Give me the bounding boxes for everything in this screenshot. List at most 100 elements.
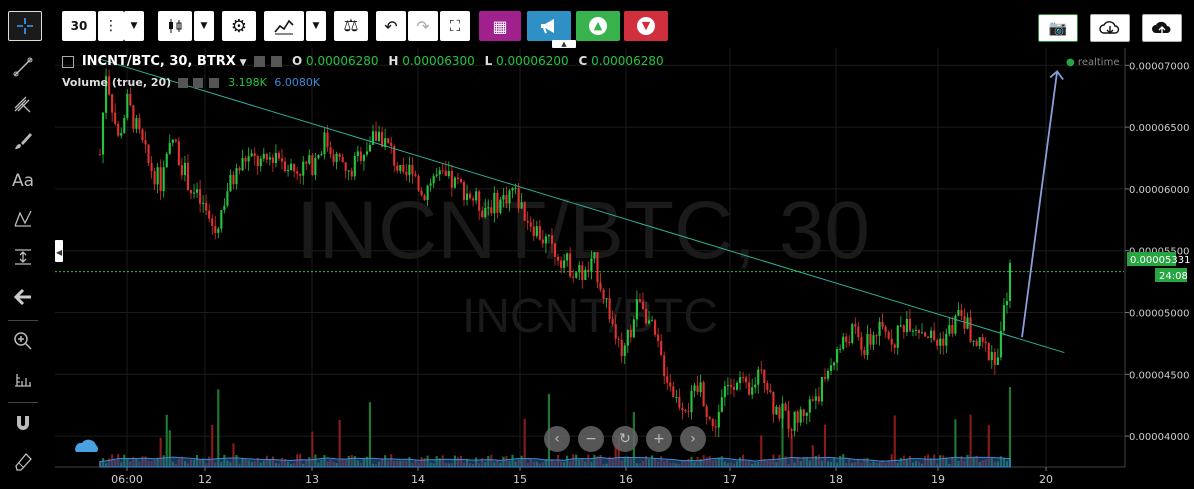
candle-body bbox=[760, 369, 763, 371]
candle-body bbox=[253, 153, 256, 157]
candle-body bbox=[544, 236, 547, 244]
watermark-main: INCNT/BTC, 30 bbox=[296, 185, 870, 276]
candle-body bbox=[896, 325, 899, 348]
chevron-down-icon[interactable]: ▼ bbox=[240, 58, 247, 68]
close-value: 0.00006280 bbox=[591, 54, 664, 68]
candle-body bbox=[426, 185, 429, 201]
candle-body bbox=[335, 153, 338, 163]
candle-body bbox=[602, 289, 605, 299]
candle-body bbox=[353, 156, 356, 177]
candle-body bbox=[514, 187, 517, 189]
candle-body bbox=[705, 406, 708, 417]
time-axis[interactable]: 06:00 12 13 14 15 16 17 18 19 20 bbox=[111, 467, 1053, 486]
scroll-right-button[interactable]: › bbox=[680, 426, 706, 452]
candle-body bbox=[726, 385, 729, 387]
collapse-legend-icon[interactable] bbox=[62, 55, 74, 68]
candle-body bbox=[723, 386, 726, 398]
candle-body bbox=[566, 253, 569, 261]
candle-body bbox=[153, 171, 156, 185]
candle-body bbox=[696, 385, 699, 393]
candle-body bbox=[265, 153, 268, 160]
candle-body bbox=[987, 343, 990, 361]
candle-body bbox=[402, 164, 405, 172]
candle-body bbox=[199, 189, 202, 204]
candle-body bbox=[135, 118, 138, 129]
candle-body bbox=[538, 226, 541, 240]
candle-body bbox=[183, 162, 186, 176]
candle-body bbox=[293, 163, 296, 172]
candle-body bbox=[362, 154, 365, 161]
volume-bar bbox=[368, 402, 372, 467]
candle-body bbox=[993, 352, 996, 365]
close-icon[interactable] bbox=[208, 78, 219, 88]
candle-body bbox=[823, 377, 827, 379]
candle-body bbox=[902, 325, 905, 333]
candle-body bbox=[663, 355, 666, 377]
candle-body bbox=[535, 226, 538, 237]
status-dot-icon: ● bbox=[1066, 57, 1075, 68]
candle-body bbox=[311, 155, 314, 176]
cloud-icon bbox=[75, 439, 98, 452]
settings-icon[interactable] bbox=[193, 78, 204, 88]
price-scale-handle[interactable]: ◀ bbox=[55, 240, 63, 262]
candle-body bbox=[217, 228, 220, 233]
candle-body bbox=[845, 336, 848, 342]
candle-body bbox=[629, 330, 632, 338]
volume-bar bbox=[217, 389, 220, 467]
candle-body bbox=[487, 207, 490, 209]
candle-body bbox=[162, 167, 165, 192]
candle-body bbox=[368, 144, 372, 152]
zoom-in-button[interactable]: + bbox=[646, 426, 672, 452]
candle-body bbox=[550, 235, 554, 244]
eye-icon[interactable] bbox=[254, 56, 266, 67]
eye-icon[interactable] bbox=[177, 78, 188, 88]
time-tick-label: 16 bbox=[619, 473, 633, 486]
candle-body bbox=[429, 183, 432, 186]
symbol-title[interactable]: INCNT/BTC, 30, BTRX bbox=[82, 54, 236, 69]
candle-body bbox=[581, 265, 584, 280]
settings-icon[interactable] bbox=[271, 56, 283, 67]
candle-body bbox=[526, 220, 529, 223]
candle-body bbox=[511, 188, 514, 191]
candle-body bbox=[708, 416, 711, 419]
candle-body bbox=[908, 318, 911, 332]
scroll-left-button[interactable]: ‹ bbox=[544, 426, 570, 452]
candle-body bbox=[808, 399, 811, 413]
candle-body bbox=[462, 182, 466, 200]
candle-body bbox=[702, 382, 705, 407]
time-tick-label: 14 bbox=[411, 473, 425, 486]
candle-body bbox=[787, 410, 790, 430]
reset-chart-button[interactable]: ↻ bbox=[612, 426, 638, 452]
candle-body bbox=[411, 164, 414, 175]
candle-body bbox=[502, 195, 505, 200]
candle-body bbox=[305, 161, 308, 164]
candle-body bbox=[833, 362, 836, 366]
price-chart[interactable]: INCNT/BTC, 30 INCNT/BTC 0.00007000 0.0000… bbox=[0, 0, 1194, 489]
candle-body bbox=[669, 382, 672, 387]
time-tick-label: 06:00 bbox=[111, 473, 143, 486]
candle-body bbox=[948, 325, 951, 334]
candle-body bbox=[738, 377, 742, 383]
candle-body bbox=[693, 385, 696, 391]
candle-body bbox=[984, 341, 987, 344]
candle-body bbox=[942, 338, 945, 346]
projection-arrow[interactable] bbox=[1021, 70, 1064, 338]
candle-body bbox=[1002, 305, 1005, 331]
time-tick-label: 13 bbox=[305, 473, 319, 486]
candle-body bbox=[866, 334, 869, 355]
candle-body bbox=[478, 191, 481, 211]
zoom-out-button[interactable]: − bbox=[578, 426, 604, 452]
candle-body bbox=[969, 317, 972, 342]
candle-body bbox=[820, 377, 823, 402]
candle-body bbox=[799, 409, 802, 423]
symbol-legend: INCNT/BTC, 30, BTRX ▼ O 0.00006280 H 0.0… bbox=[62, 54, 664, 69]
low-value: 0.00006200 bbox=[496, 54, 569, 68]
volume-ma-value: 6.0080K bbox=[274, 76, 321, 89]
volume-indicator-label[interactable]: Volume (true, 20) bbox=[62, 76, 171, 89]
candle-body bbox=[399, 164, 402, 171]
candle-body bbox=[945, 333, 948, 346]
candle-body bbox=[699, 382, 702, 393]
candle-body bbox=[365, 151, 368, 155]
candle-body bbox=[927, 336, 930, 338]
candle-body bbox=[247, 156, 250, 162]
